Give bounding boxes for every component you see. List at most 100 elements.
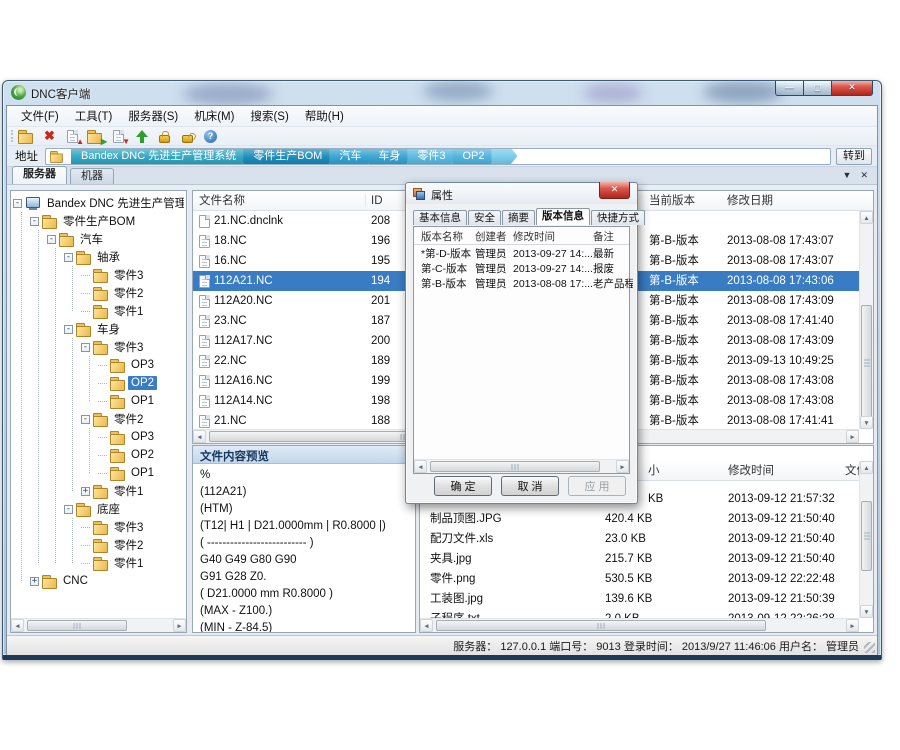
- upload-file-icon[interactable]: ▲: [63, 128, 82, 144]
- tree-row[interactable]: -Bandex DNC 先进生产管理系统: [13, 194, 184, 212]
- scroll-up-icon[interactable]: [860, 461, 873, 474]
- version-row[interactable]: 第-B-版本管理员2013-08-08 17:...老产品程序: [414, 277, 629, 292]
- scrollbar-thumb[interactable]: [430, 461, 600, 472]
- breadcrumb-segment[interactable]: OP2: [452, 148, 497, 165]
- scroll-left-icon[interactable]: [420, 619, 433, 632]
- tree-row[interactable]: OP2: [98, 374, 184, 392]
- menu-item[interactable]: 文件(F): [13, 106, 67, 126]
- unlock-icon[interactable]: [178, 128, 197, 144]
- dialog-tab[interactable]: 版本信息: [536, 208, 590, 225]
- breadcrumb-segment[interactable]: 零件3: [407, 148, 458, 165]
- scroll-right-icon[interactable]: [173, 619, 186, 632]
- menu-item[interactable]: 服务器(S): [120, 106, 186, 126]
- tree-row[interactable]: OP1: [98, 392, 184, 410]
- scroll-up-icon[interactable]: [860, 211, 873, 224]
- apply-button[interactable]: 应 用: [568, 476, 626, 496]
- chevron-down-icon[interactable]: ▼: [843, 170, 852, 181]
- attachment-row[interactable]: 夹具.jpg215.7 KB2013-09-12 21:50:40: [420, 549, 859, 569]
- column-header-date[interactable]: 修改日期: [727, 191, 859, 211]
- scroll-down-icon[interactable]: [860, 605, 873, 618]
- tree-expander-icon[interactable]: -: [81, 415, 90, 424]
- tree-row[interactable]: +CNC: [30, 572, 184, 590]
- tree-row[interactable]: OP2: [98, 446, 184, 464]
- attachment-row[interactable]: 零件.png530.5 KB2013-09-12 22:22:48: [420, 569, 859, 589]
- scroll-left-icon[interactable]: [193, 430, 206, 443]
- view-tab[interactable]: 服务器: [12, 166, 67, 184]
- tree-row[interactable]: 零件1: [81, 554, 184, 572]
- scroll-right-icon[interactable]: [846, 430, 859, 443]
- breadcrumb-segment[interactable]: Bandex DNC 先进生产管理系统: [71, 148, 249, 165]
- tree-row[interactable]: 零件3: [81, 266, 184, 284]
- tree-expander-icon[interactable]: +: [30, 577, 39, 586]
- new-folder-icon[interactable]: [17, 128, 36, 144]
- download-file-icon[interactable]: ▼: [109, 128, 128, 144]
- tree-expander-icon[interactable]: -: [30, 217, 39, 226]
- tree-row[interactable]: OP1: [98, 464, 184, 482]
- dialog-title-bar[interactable]: 属性: [406, 183, 637, 204]
- cancel-button[interactable]: 取 消: [501, 476, 559, 496]
- scroll-left-icon[interactable]: [414, 460, 427, 473]
- dialog-tab[interactable]: 安全: [468, 210, 501, 225]
- view-tab[interactable]: 机器: [70, 168, 114, 184]
- upload-arrow-icon[interactable]: [132, 128, 151, 144]
- attachment-horizontal-scrollbar[interactable]: [420, 618, 859, 632]
- tree-row[interactable]: -汽车: [47, 230, 184, 248]
- tree-row[interactable]: 零件2: [81, 536, 184, 554]
- menu-item[interactable]: 工具(T): [67, 106, 121, 126]
- scrollbar-thumb[interactable]: [861, 305, 872, 420]
- scrollbar-thumb[interactable]: [436, 620, 766, 631]
- file-list-vertical-scrollbar[interactable]: [859, 211, 873, 429]
- tree-row[interactable]: 零件3: [81, 518, 184, 536]
- tree-expander-icon[interactable]: -: [13, 199, 22, 208]
- minimize-button[interactable]: [775, 81, 804, 96]
- attachment-row[interactable]: 工装图.jpg139.6 KB2013-09-12 21:50:39: [420, 589, 859, 609]
- tree-row[interactable]: -车身: [64, 320, 184, 338]
- column-header-version[interactable]: 当前版本: [649, 191, 727, 211]
- tree-expander-icon[interactable]: -: [47, 235, 56, 244]
- dialog-tab[interactable]: 摘要: [502, 210, 535, 225]
- delete-icon[interactable]: ✖: [40, 128, 59, 144]
- ok-button[interactable]: 确 定: [434, 476, 492, 496]
- help-icon[interactable]: ?: [201, 128, 220, 144]
- tree-row[interactable]: -轴承: [64, 248, 184, 266]
- scroll-right-icon[interactable]: [846, 619, 859, 632]
- lock-icon[interactable]: [155, 128, 174, 144]
- close-view-icon[interactable]: ✕: [860, 170, 868, 181]
- scroll-left-icon[interactable]: [11, 619, 24, 632]
- column-header-modified[interactable]: 修改时间: [728, 461, 843, 481]
- attachment-row[interactable]: 子程序.txt2.0 KB2013-09-12 22:26:28: [420, 609, 859, 618]
- tree-row[interactable]: -零件2: [81, 410, 184, 428]
- scrollbar-thumb[interactable]: [861, 501, 872, 571]
- scrollbar-thumb[interactable]: [27, 620, 127, 631]
- breadcrumb-segment[interactable]: 汽车: [329, 148, 374, 165]
- version-row[interactable]: *第-D-版本管理员2013-09-27 14:...最新: [414, 247, 629, 262]
- attachment-row[interactable]: 配刀文件.xls23.0 KB2013-09-12 21:50:40: [420, 529, 859, 549]
- tree-horizontal-scrollbar[interactable]: [11, 618, 186, 632]
- column-header-filename[interactable]: 文件名称: [199, 191, 367, 211]
- tree-row[interactable]: -零件3: [81, 338, 184, 356]
- go-button[interactable]: 转到: [836, 148, 872, 165]
- tree-expander-icon[interactable]: -: [64, 253, 73, 262]
- title-bar[interactable]: DNC客户端: [3, 81, 881, 105]
- tree-row[interactable]: OP3: [98, 428, 184, 446]
- breadcrumb-segment[interactable]: 车身: [368, 148, 413, 165]
- menu-item[interactable]: 帮助(H): [297, 106, 352, 126]
- attachment-vertical-scrollbar[interactable]: [859, 461, 873, 618]
- tree-row[interactable]: OP3: [98, 356, 184, 374]
- scroll-right-icon[interactable]: [616, 460, 629, 473]
- send-folder-icon[interactable]: ▶: [86, 128, 105, 144]
- maximize-button[interactable]: [804, 81, 831, 96]
- dialog-tab[interactable]: 基本信息: [413, 210, 467, 225]
- dialog-close-button[interactable]: [599, 182, 630, 199]
- breadcrumb-segment[interactable]: 零件生产BOM: [243, 148, 335, 165]
- tree-row[interactable]: +零件1: [81, 482, 184, 500]
- dialog-horizontal-scrollbar[interactable]: [414, 459, 629, 473]
- dialog-tab[interactable]: 快捷方式: [591, 210, 645, 225]
- tree-row[interactable]: 零件2: [81, 284, 184, 302]
- tree-row[interactable]: 零件1: [81, 302, 184, 320]
- scroll-down-icon[interactable]: [860, 416, 873, 429]
- menu-item[interactable]: 搜索(S): [242, 106, 296, 126]
- tree-expander-icon[interactable]: -: [64, 505, 73, 514]
- close-button[interactable]: [831, 81, 873, 96]
- resize-grip[interactable]: [864, 642, 875, 653]
